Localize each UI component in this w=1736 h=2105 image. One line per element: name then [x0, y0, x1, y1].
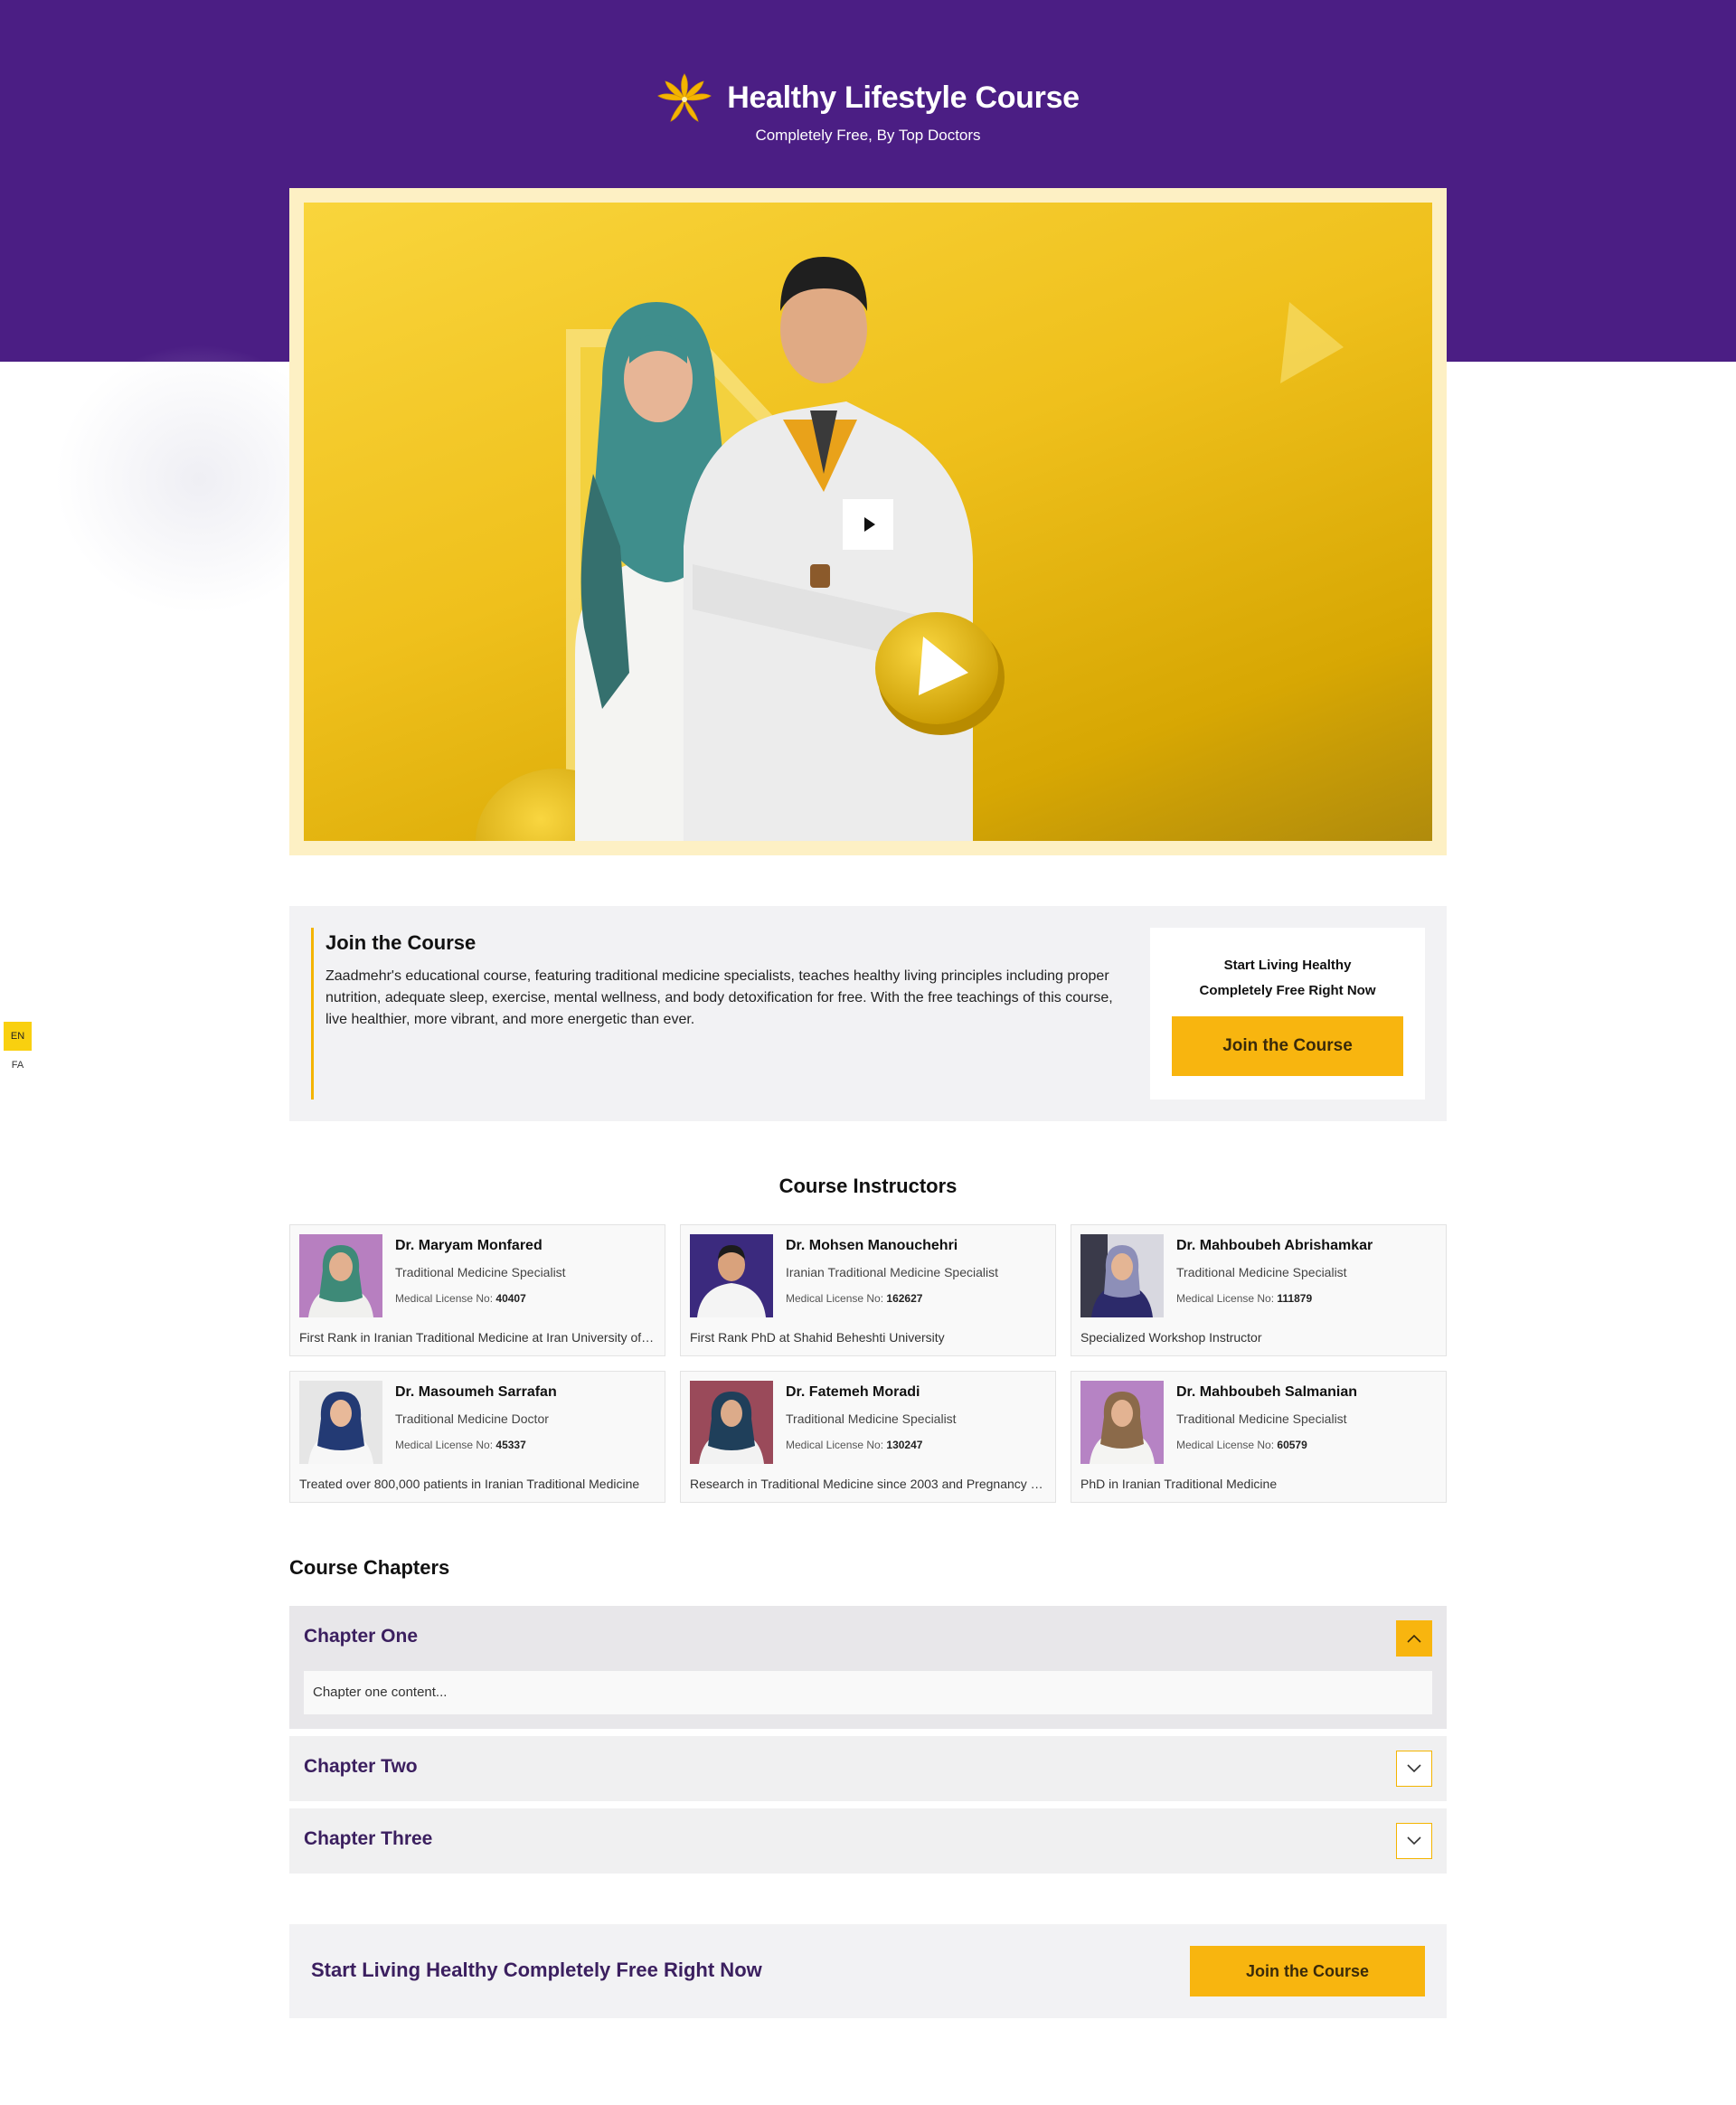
instructor-license: Medical License No: 111879	[1176, 1292, 1313, 1305]
instructor-license: Medical License No: 45337	[395, 1439, 526, 1451]
course-video[interactable]	[304, 203, 1432, 841]
instructor-photo	[690, 1234, 773, 1317]
instructor-license: Medical License No: 60579	[1176, 1439, 1307, 1451]
instructor-photo	[299, 1234, 382, 1317]
chapter-title[interactable]: Chapter Two	[304, 1756, 418, 1778]
join-cta-line-2: Completely Free Right Now	[1199, 983, 1376, 998]
play-button[interactable]	[843, 499, 893, 550]
join-title: Join the Course	[326, 931, 476, 954]
instructor-photo	[1080, 1381, 1164, 1464]
chapter-title[interactable]: Chapter Three	[304, 1828, 432, 1850]
instructors-title: Course Instructors	[778, 1175, 958, 1197]
instructor-card[interactable]: Dr. Mahboubeh Abrishamkar Traditional Me…	[1071, 1224, 1447, 1356]
instructor-name: Dr. Mahboubeh Abrishamkar	[1176, 1238, 1373, 1253]
join-course-button-bottom[interactable]: Join the Course	[1190, 1946, 1425, 1996]
instructor-note: Research in Traditional Medicine since 2…	[690, 1477, 1046, 1491]
join-cta-line-1: Start Living Healthy	[1223, 958, 1352, 973]
instructor-license: Medical License No: 40407	[395, 1292, 526, 1305]
instructor-role: Traditional Medicine Specialist	[786, 1411, 957, 1426]
chapter-title[interactable]: Chapter One	[304, 1626, 418, 1647]
instructor-note: First Rank PhD at Shahid Beheshti Univer…	[690, 1330, 945, 1345]
instructor-name: Dr. Mahboubeh Salmanian	[1176, 1384, 1358, 1400]
chapter-item[interactable]: Chapter Three	[289, 1808, 1447, 1874]
instructor-note: PhD in Iranian Traditional Medicine	[1080, 1477, 1278, 1491]
bottom-cta-text: Start Living Healthy Completely Free Rig…	[311, 1959, 762, 1981]
instructor-card[interactable]: Dr. Mohsen Manouchehri Iranian Tradition…	[680, 1224, 1056, 1356]
instructor-note: Treated over 800,000 patients in Iranian…	[299, 1477, 640, 1491]
page: Healthy Lifestyle Course Completely Free…	[0, 0, 1736, 2105]
instructor-name: Dr. Maryam Monfared	[395, 1238, 542, 1253]
instructors-grid: Dr. Maryam Monfared Traditional Medicine…	[289, 1224, 1447, 1503]
join-course-card: Join the Course Zaadmehr's educational c…	[289, 906, 1447, 1121]
chapter-content: Chapter one content...	[304, 1671, 1432, 1714]
instructor-card[interactable]: Dr. Mahboubeh Salmanian Traditional Medi…	[1071, 1371, 1447, 1503]
chapter-item[interactable]: Chapter Two	[289, 1736, 1447, 1801]
chapter-toggle-button[interactable]	[1396, 1620, 1432, 1657]
instructor-name: Dr. Masoumeh Sarrafan	[395, 1384, 557, 1400]
instructor-card[interactable]: Dr. Masoumeh Sarrafan Traditional Medici…	[289, 1371, 665, 1503]
page-subtitle: Completely Free, By Top Doctors	[755, 127, 981, 144]
brand: Healthy Lifestyle Course	[0, 72, 1736, 123]
chapters-title: Course Chapters	[289, 1556, 450, 1579]
instructor-name: Dr. Mohsen Manouchehri	[786, 1238, 958, 1253]
instructor-role: Iranian Traditional Medicine Specialist	[786, 1265, 999, 1279]
join-cta-box: Start Living Healthy Completely Free Rig…	[1150, 928, 1425, 1100]
page-title: Healthy Lifestyle Course	[727, 80, 1080, 115]
golden-flower-icon	[657, 73, 712, 122]
instructor-name: Dr. Fatemeh Moradi	[786, 1384, 920, 1400]
instructor-card[interactable]: Dr. Fatemeh Moradi Traditional Medicine …	[680, 1371, 1056, 1503]
play-icon	[863, 517, 875, 532]
instructor-role: Traditional Medicine Doctor	[395, 1411, 549, 1426]
join-course-button[interactable]: Join the Course	[1172, 1016, 1403, 1076]
instructor-license: Medical License No: 162627	[786, 1292, 923, 1305]
join-description: Zaadmehr's educational course, featuring…	[326, 968, 1113, 1027]
chapter-toggle-button[interactable]	[1396, 1751, 1432, 1787]
chapter-item[interactable]: Chapter One Chapter one content...	[289, 1606, 1447, 1729]
instructor-note: Specialized Workshop Instructor	[1080, 1330, 1262, 1345]
chevron-down-icon	[1407, 1764, 1421, 1773]
instructor-role: Traditional Medicine Specialist	[1176, 1265, 1347, 1279]
video-frame	[289, 188, 1447, 855]
join-cta-text: Start Living Healthy Completely Free Rig…	[1150, 953, 1425, 1004]
language-en-button[interactable]: EN	[4, 1022, 32, 1051]
language-switcher: EN FA	[4, 1022, 32, 1080]
instructor-photo	[299, 1381, 382, 1464]
instructor-photo	[690, 1381, 773, 1464]
instructor-license: Medical License No: 130247	[786, 1439, 923, 1451]
chapter-toggle-button[interactable]	[1396, 1823, 1432, 1859]
instructor-photo	[1080, 1234, 1164, 1317]
instructor-note: First Rank in Iranian Traditional Medici…	[299, 1330, 656, 1345]
chevron-down-icon	[1407, 1836, 1421, 1845]
language-fa-button[interactable]: FA	[4, 1051, 32, 1080]
chevron-up-icon	[1407, 1634, 1421, 1643]
instructor-role: Traditional Medicine Specialist	[395, 1265, 566, 1279]
bottom-cta: Start Living Healthy Completely Free Rig…	[289, 1924, 1447, 2018]
accent-bar	[311, 928, 314, 1100]
instructor-role: Traditional Medicine Specialist	[1176, 1411, 1347, 1426]
instructor-card[interactable]: Dr. Maryam Monfared Traditional Medicine…	[289, 1224, 665, 1356]
